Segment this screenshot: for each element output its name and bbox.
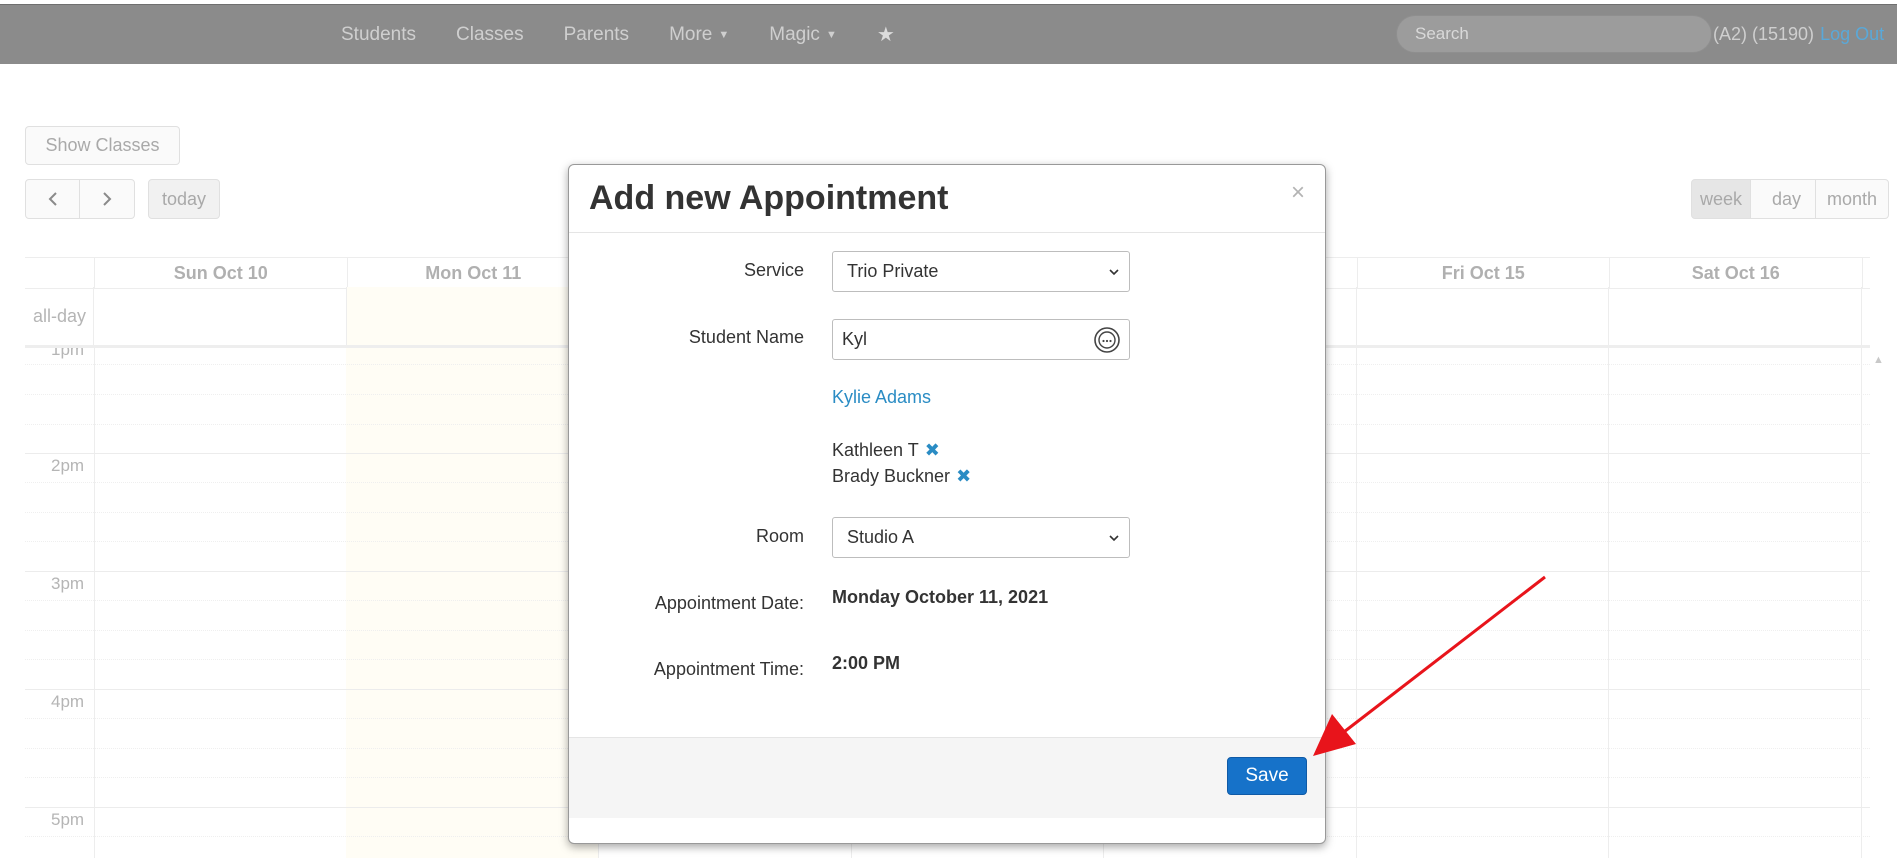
student-suggestion-link[interactable]: Kylie Adams <box>832 387 931 408</box>
add-appointment-modal: Add new Appointment × Service Trio Priva… <box>568 164 1326 844</box>
prev-week-button[interactable] <box>25 179 80 219</box>
selected-student-chip: Brady Buckner ✖ <box>832 466 971 487</box>
modal-title: Add new Appointment <box>589 179 949 217</box>
allday-cell[interactable] <box>1357 287 1609 345</box>
chevron-down-icon <box>1109 269 1119 276</box>
star-icon[interactable]: ★ <box>877 22 895 47</box>
student-name-label: Student Name <box>688 327 804 347</box>
hour-label: 2pm <box>51 456 85 475</box>
allday-cell[interactable] <box>346 287 599 345</box>
nav-more-label: More <box>669 23 713 45</box>
hour-label: 1pm <box>51 348 85 359</box>
selected-student-chip: Kathleen T ✖ <box>832 440 940 461</box>
scroll-up-icon[interactable]: ▲ <box>1873 354 1884 366</box>
nav-links: Students Classes Parents More ▼ Magic ▼ ★ <box>341 5 895 64</box>
selected-student-name: Kathleen T <box>832 440 919 460</box>
hour-label: 3pm <box>51 574 85 593</box>
chevron-right-icon <box>103 192 112 206</box>
nav-classes[interactable]: Classes <box>456 24 524 46</box>
appointment-time-label: Appointment Time: <box>653 659 804 679</box>
service-select[interactable]: Trio Private <box>832 251 1130 292</box>
student-name-value: Kyl <box>842 329 868 349</box>
allday-cell[interactable] <box>94 287 347 345</box>
allday-cell[interactable] <box>1609 287 1862 345</box>
today-button[interactable]: today <box>148 179 220 219</box>
logout-link[interactable]: Log Out <box>1820 24 1884 45</box>
room-value: Studio A <box>847 527 915 547</box>
top-navbar: Students Classes Parents More ▼ Magic ▼ ★ … <box>0 4 1897 64</box>
nav-more-dropdown[interactable]: More ▼ <box>669 24 729 46</box>
day-header: Sun Oct 10 <box>95 258 348 288</box>
day-header: Fri Oct 15 <box>1358 258 1610 288</box>
selected-student-name: Brady Buckner <box>832 466 951 486</box>
assistant-icon[interactable] <box>1093 326 1121 354</box>
room-label: Room <box>755 526 804 546</box>
hour-label: 5pm <box>51 810 85 829</box>
appointment-date-label: Appointment Date: <box>654 593 804 613</box>
view-month-button[interactable]: month <box>1815 179 1889 219</box>
allday-label: all-day <box>25 287 94 345</box>
room-select[interactable]: Studio A <box>832 517 1130 558</box>
show-classes-button[interactable]: Show Classes <box>25 126 180 165</box>
remove-icon[interactable]: ✖ <box>956 466 971 487</box>
remove-icon[interactable]: ✖ <box>925 440 940 461</box>
view-day-button[interactable]: day <box>1750 179 1823 219</box>
chevron-left-icon <box>48 192 57 206</box>
hour-label: 4pm <box>51 692 85 711</box>
modal-header: Add new Appointment × <box>569 165 1325 233</box>
caret-down-icon: ▼ <box>825 28 837 41</box>
nav-magic-label: Magic <box>769 23 820 45</box>
view-week-button[interactable]: week <box>1691 179 1751 219</box>
nav-students[interactable]: Students <box>341 24 416 46</box>
service-value: Trio Private <box>847 261 939 281</box>
close-icon[interactable]: × <box>1291 179 1305 207</box>
next-week-button[interactable] <box>79 179 135 219</box>
nav-magic-dropdown[interactable]: Magic ▼ <box>769 24 837 46</box>
header-gutter <box>25 258 95 288</box>
user-id-text: (A2) (15190) <box>1713 24 1815 44</box>
search-input[interactable]: Search <box>1396 15 1712 53</box>
save-button[interactable]: Save <box>1227 757 1307 795</box>
nav-parents[interactable]: Parents <box>564 24 629 46</box>
appointment-time-value: 2:00 PM <box>832 653 901 673</box>
caret-down-icon: ▼ <box>718 28 730 41</box>
appointment-date-value: Monday October 11, 2021 <box>832 587 1049 607</box>
user-info: (A2) (15190) Log Out <box>1713 5 1884 64</box>
modal-footer <box>569 737 1325 818</box>
service-label: Service <box>743 260 804 280</box>
day-header: Mon Oct 11 <box>348 258 600 288</box>
chevron-down-icon <box>1109 535 1119 542</box>
day-header: Sat Oct 16 <box>1610 258 1863 288</box>
student-name-input[interactable]: Kyl <box>832 319 1130 360</box>
